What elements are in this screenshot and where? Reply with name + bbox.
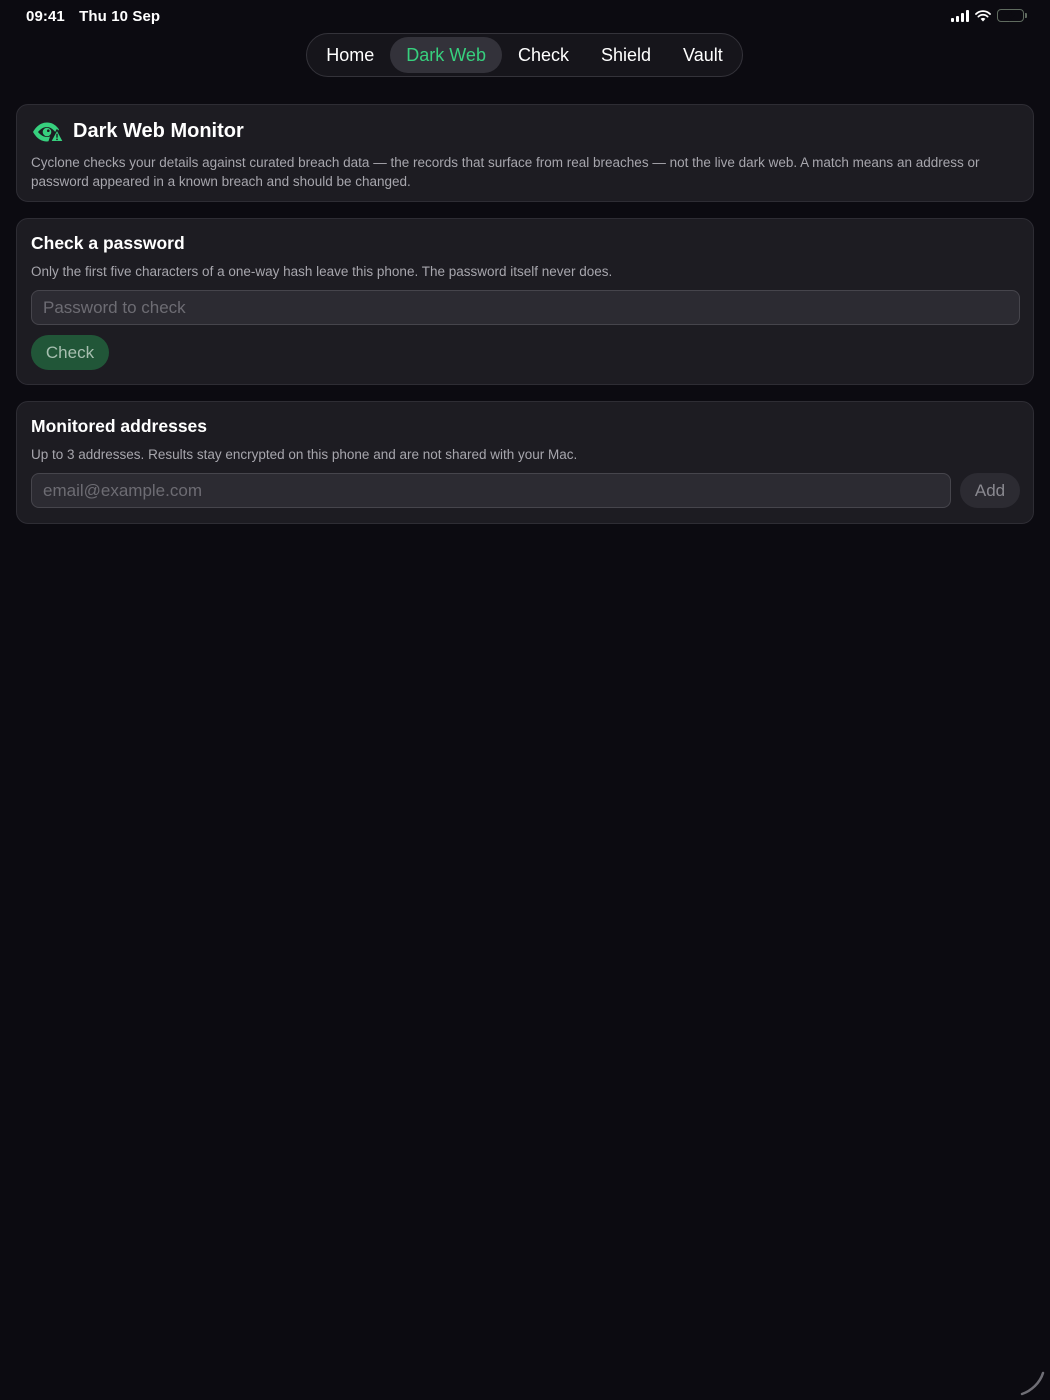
email-input[interactable]	[31, 473, 951, 508]
monitored-addresses-title: Monitored addresses	[31, 416, 208, 436]
resize-handle-icon[interactable]	[1020, 1370, 1046, 1396]
battery-charging-icon	[997, 9, 1027, 22]
screen: 09:41 Thu 10 Sep Home Dark Web Check Shi…	[0, 0, 1050, 1400]
tab-check[interactable]: Check	[502, 37, 585, 73]
segmented-tab-bar: Home Dark Web Check Shield Vault	[306, 33, 743, 77]
cellular-signal-icon	[951, 9, 969, 22]
status-right	[951, 9, 1027, 22]
monitored-addresses-card: Monitored addresses Up to 3 addresses. R…	[16, 401, 1034, 524]
page-title: Dark Web Monitor	[73, 120, 244, 142]
monitor-header: Dark Web Monitor	[32, 120, 244, 143]
monitored-addresses-description: Up to 3 addresses. Results stay encrypte…	[31, 447, 578, 462]
status-date: Thu 10 Sep	[79, 8, 161, 25]
tab-shield[interactable]: Shield	[585, 37, 667, 73]
monitor-description: Cyclone checks your details against cura…	[31, 155, 980, 189]
password-input[interactable]	[31, 290, 1020, 325]
check-password-title: Check a password	[31, 233, 185, 253]
wifi-icon	[975, 9, 991, 21]
status-time: 09:41	[26, 8, 65, 25]
tab-dark-web[interactable]: Dark Web	[390, 37, 502, 73]
dark-web-monitor-card: Dark Web Monitor Cyclone checks your det…	[16, 104, 1034, 202]
eye-warning-icon	[33, 122, 64, 142]
check-button[interactable]: Check	[31, 335, 109, 370]
tab-home[interactable]: Home	[310, 37, 390, 73]
check-password-card: Check a password Only the first five cha…	[16, 218, 1034, 385]
status-left: 09:41 Thu 10 Sep	[26, 8, 160, 25]
tab-vault[interactable]: Vault	[667, 37, 739, 73]
check-password-description: Only the first five characters of a one-…	[31, 264, 613, 279]
status-bar: 09:41 Thu 10 Sep	[0, 0, 1050, 34]
add-address-button[interactable]: Add	[960, 473, 1020, 508]
